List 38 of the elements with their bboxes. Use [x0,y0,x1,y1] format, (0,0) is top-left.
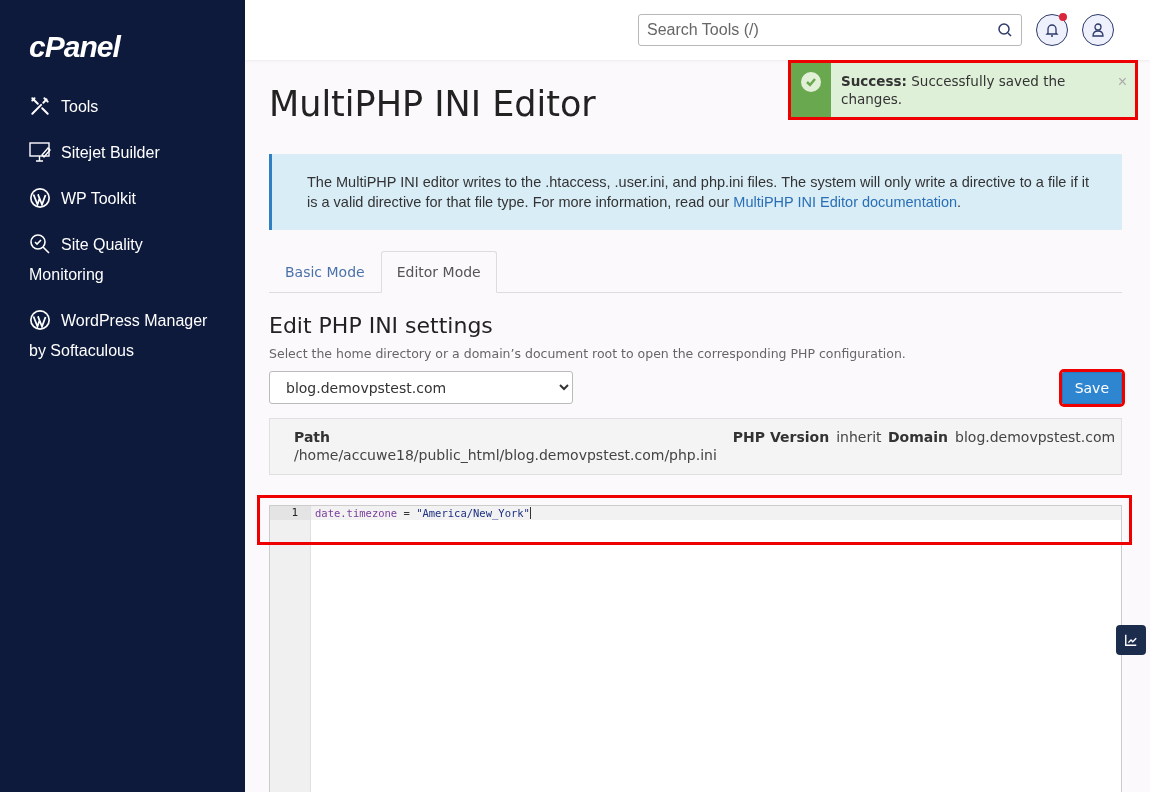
notifications-button[interactable] [1036,14,1068,46]
monitor-pencil-icon [29,141,51,163]
sidebar-item[interactable]: Site Quality Monitoring [29,230,214,290]
tools-icon [29,95,51,117]
sidebar-item[interactable]: WordPress Manager by Softaculous [29,306,214,366]
search-icon [997,22,1013,38]
magnifier-check-icon [29,233,51,255]
line-number: 1 [270,506,310,520]
sidebar-item[interactable]: Sitejet Builder [29,138,214,168]
info-message: The MultiPHP INI editor writes to the .htaccess, .user.ini, and php.ini files. The system will only write a directive to a file if it is a valid directive for that file type. For more information, read our MultiPHP INI Editor documentation. [269,154,1122,230]
bell-icon [1044,22,1060,38]
code-editor[interactable]: 1 date.timezone = "America/New_York" [269,505,1122,792]
chart-icon [1124,633,1138,647]
user-button[interactable] [1082,14,1114,46]
search-field[interactable]: Search Tools (/) [638,14,1022,46]
notification-message: Success: Successfully saved the changes. [840,72,1067,109]
path-value: /home/accuwe18/public_html/blog.demovpstest.com/php.ini [294,446,717,464]
version-label: PHP Version [732,428,830,447]
domain-label: Domain [888,428,949,447]
version-value: inherit [836,428,882,447]
path-label: Path [294,428,331,446]
sidebar-item[interactable]: Tools [29,92,214,122]
tab[interactable]: Editor Mode [380,251,497,293]
page-title: MultiPHP INI Editor [269,84,596,124]
sidebar-item[interactable]: WP Toolkit [29,184,214,214]
chart-button[interactable] [1116,625,1146,655]
cpanel-logo: cPanel [29,30,122,64]
user-icon [1090,22,1106,38]
wordpress-icon [29,309,51,331]
section-title: Edit PHP INI settings [269,313,494,338]
save-button[interactable]: Save [1061,371,1122,404]
documentation-link[interactable]: MultiPHP INI Editor documentation [733,194,958,210]
wordpress-icon [29,187,51,209]
domain-select[interactable]: blog.demovpstest.com [269,371,573,404]
tab[interactable]: Basic Mode [269,251,381,293]
check-circle-icon [801,72,821,92]
domain-value: blog.demovpstest.com [955,428,1116,447]
section-hint: Select the home directory or a domain’s document root to open the corresponding PHP configuration. [269,346,907,361]
